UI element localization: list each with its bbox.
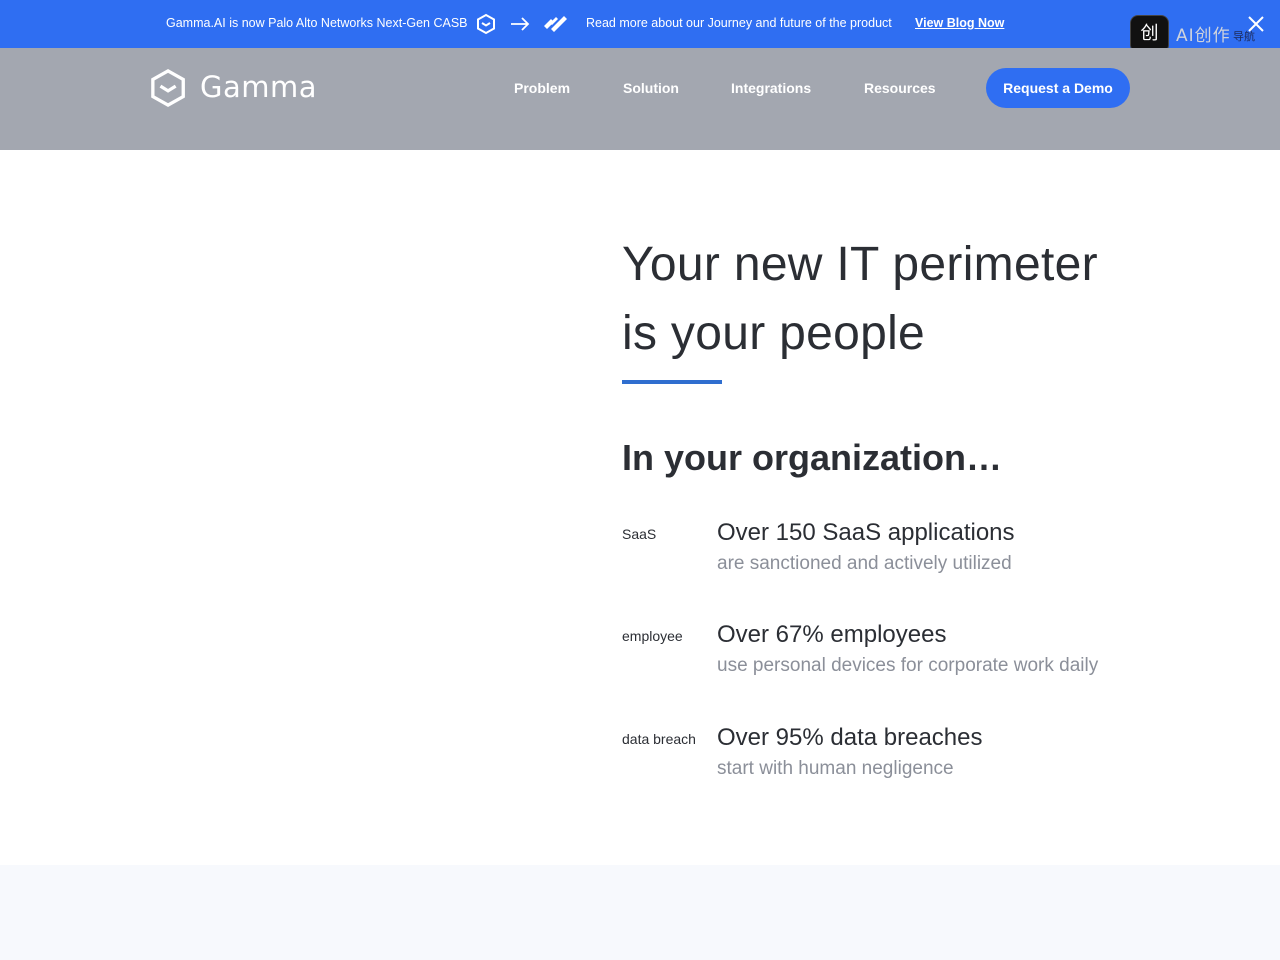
stat-subtext: use personal devices for corporate work … — [717, 655, 1099, 676]
nav-resources[interactable]: Resources — [864, 80, 936, 96]
gamma-logo-icon[interactable] — [150, 68, 188, 108]
stat-headline: Over 67% employees — [717, 621, 947, 648]
announcement-message: Gamma.AI is now Palo Alto Networks Next-… — [166, 16, 468, 30]
data-breach-image-alt: data breach — [622, 731, 696, 747]
saas-image: SaaS — [622, 526, 656, 542]
view-blog-link[interactable]: View Blog Now — [915, 16, 1004, 30]
employee-image-alt: employee — [622, 628, 683, 644]
next-section — [0, 865, 1280, 960]
title-accent-divider — [622, 380, 722, 384]
palo-alto-icon — [544, 16, 567, 32]
stat-item-saas: SaaS Over 150 SaaS applications are sanc… — [622, 519, 1182, 589]
close-icon[interactable] — [1246, 14, 1266, 34]
stat-subtext: are sanctioned and actively utilized — [717, 553, 1012, 574]
data-breach-image: data breach — [622, 731, 696, 747]
hero-title-line2: is your people — [622, 307, 926, 360]
logo-text[interactable]: Gamma — [200, 70, 317, 104]
stat-headline: Over 150 SaaS applications — [717, 519, 1015, 546]
organization-heading: In your organization… — [622, 437, 1003, 478]
hero-title: Your new IT perimeter is your people — [622, 230, 1182, 368]
saas-image-alt: SaaS — [622, 526, 657, 542]
announcement-bar: Gamma.AI is now Palo Alto Networks Next-… — [0, 0, 1280, 52]
request-demo-button[interactable]: Request a Demo — [986, 68, 1130, 108]
stat-item-data-breach: data breach Over 95% data breaches start… — [622, 724, 1182, 794]
employee-image: employee — [622, 628, 683, 644]
extension-badge-icon[interactable]: 创 — [1131, 16, 1168, 52]
site-header: Gamma Problem Solution Integrations Reso… — [0, 48, 1280, 150]
nav-integrations[interactable]: Integrations — [731, 80, 811, 96]
stat-subtext: start with human negligence — [717, 758, 954, 779]
arrow-right-icon — [511, 17, 530, 31]
nav-solution[interactable]: Solution — [623, 80, 679, 96]
stat-headline: Over 95% data breaches — [717, 724, 983, 751]
hero-title-line1: Your new IT perimeter — [622, 238, 1098, 291]
next-section-heading-cutoff — [350, 951, 870, 960]
extension-label: AI创作 — [1176, 26, 1231, 46]
stat-item-employee: employee Over 67% employees use personal… — [622, 621, 1182, 691]
announcement-read-more: Read more about our Journey and future o… — [586, 16, 892, 30]
gamma-hex-icon — [477, 13, 495, 35]
nav-problem[interactable]: Problem — [514, 80, 570, 96]
